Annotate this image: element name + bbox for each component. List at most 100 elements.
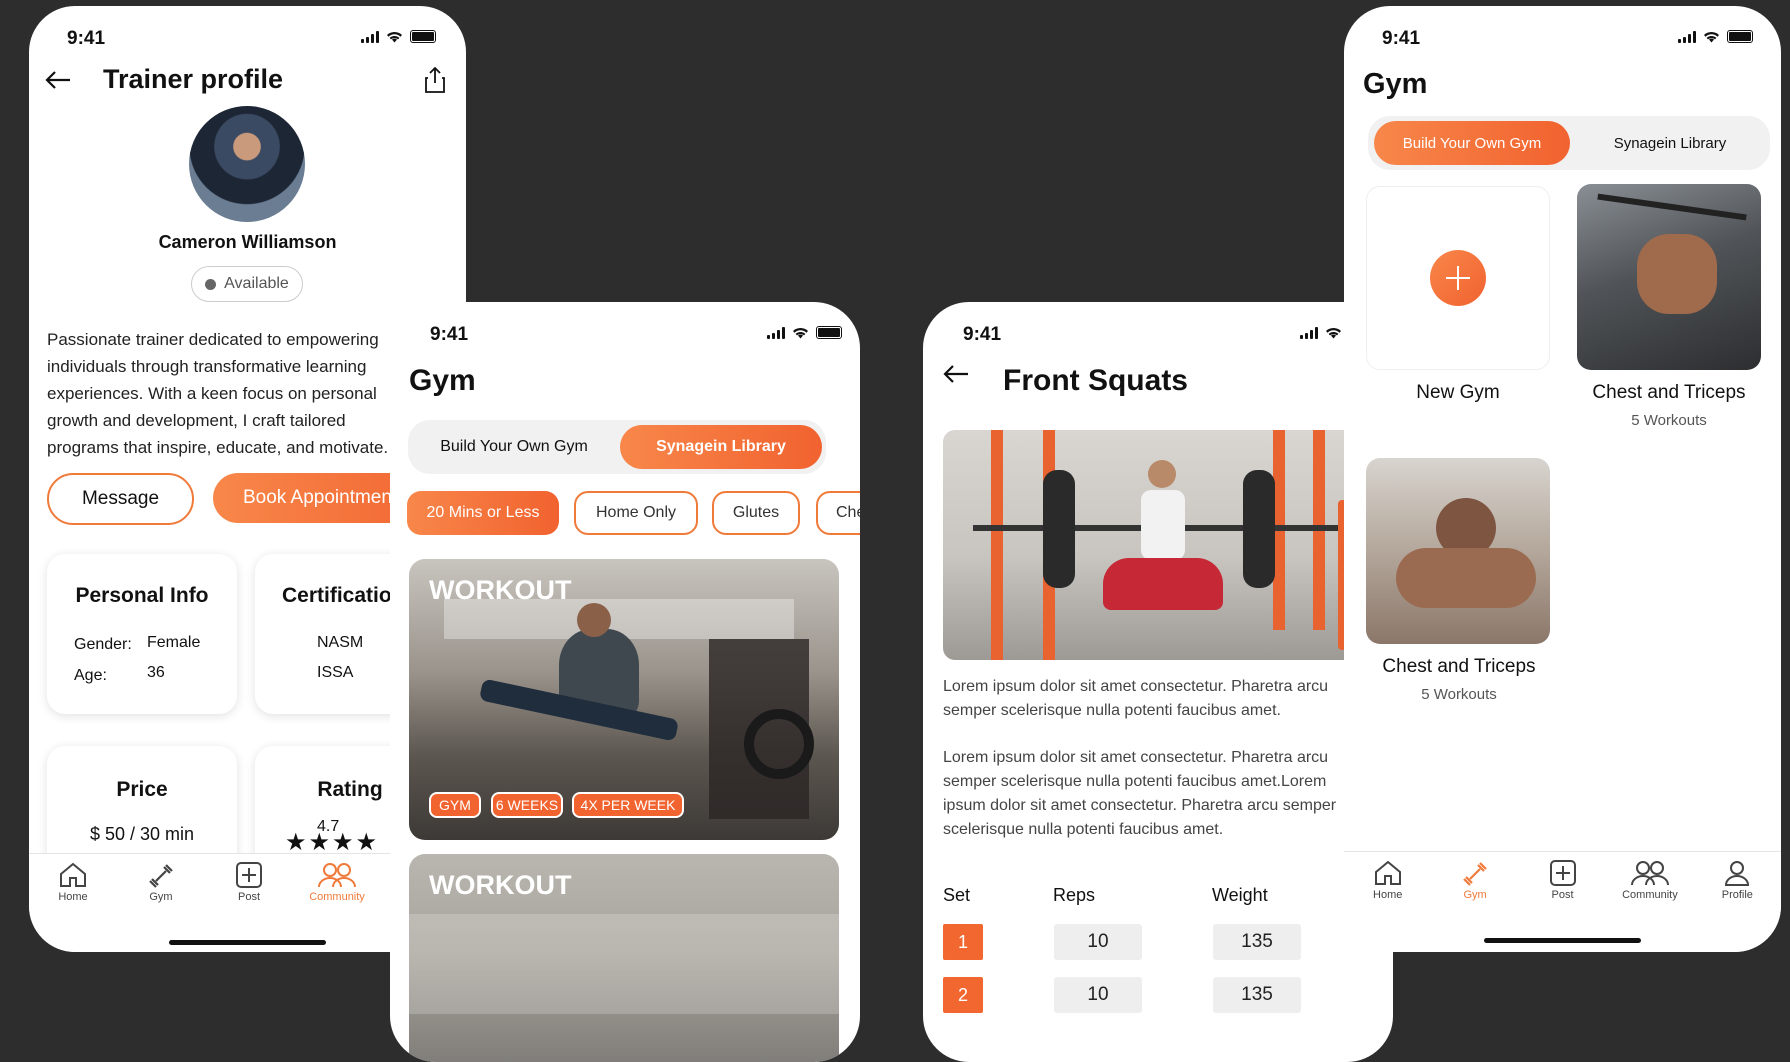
home-icon bbox=[1374, 860, 1401, 885]
wifi-icon bbox=[793, 327, 808, 338]
tab-profile[interactable]: Profile bbox=[1694, 852, 1781, 952]
signal-icon bbox=[1300, 326, 1318, 339]
set-column-header: Set bbox=[943, 885, 971, 905]
status-icons bbox=[361, 30, 436, 43]
share-icon[interactable] bbox=[425, 67, 445, 93]
status-time: 9:41 bbox=[1382, 28, 1421, 49]
wifi-icon bbox=[387, 31, 402, 42]
home-icon bbox=[60, 862, 86, 887]
workout-tag: 4X PER WEEK bbox=[572, 792, 684, 818]
wifi-icon bbox=[1326, 327, 1341, 338]
trainer-name: Cameron Williamson bbox=[158, 232, 337, 252]
build-gym-screen: 9:41 Gym Build Your Own Gym Synagein Lib… bbox=[1344, 6, 1781, 952]
personal-info-heading: Personal Info bbox=[75, 584, 209, 607]
tab-post[interactable]: Post bbox=[1519, 852, 1606, 952]
plus-square-icon bbox=[236, 862, 262, 888]
filter-chip[interactable]: Chest bbox=[816, 491, 860, 535]
workout-card[interactable]: WORKOUT bbox=[409, 854, 839, 1062]
star-icon: ★ bbox=[285, 829, 309, 856]
reps-column-header: Reps bbox=[1053, 885, 1096, 905]
battery-icon bbox=[410, 30, 436, 43]
status-time: 9:41 bbox=[430, 324, 469, 345]
workout-card[interactable]: WORKOUT GYM 6 WEEKS 4X PER WEEK bbox=[409, 559, 839, 840]
synagein-library-tab[interactable]: Synagein Library bbox=[1574, 121, 1766, 165]
build-your-own-gym-tab[interactable]: Build Your Own Gym bbox=[414, 425, 614, 469]
weight-input[interactable]: 135 bbox=[1213, 977, 1301, 1013]
new-gym-card[interactable] bbox=[1366, 186, 1550, 370]
status-icons bbox=[767, 326, 842, 339]
status-icons bbox=[1678, 30, 1753, 43]
certification-item: NASM bbox=[317, 634, 364, 651]
page-title: Front Squats bbox=[1003, 364, 1188, 397]
workout-tag: 6 WEEKS bbox=[491, 792, 563, 818]
page-title: Gym bbox=[1363, 68, 1428, 100]
personal-info-card: Personal Info Gender: Female Age: 36 bbox=[47, 554, 237, 714]
wifi-icon bbox=[1704, 31, 1719, 42]
tab-label: Post bbox=[237, 891, 260, 903]
status-bar: 9:41 bbox=[29, 6, 466, 66]
status-dot-icon bbox=[205, 278, 217, 290]
price-currency: $ bbox=[89, 824, 100, 844]
gender-value: Female bbox=[147, 634, 201, 651]
status-time: 9:41 bbox=[67, 28, 106, 49]
status-bar: 9:41 bbox=[1344, 6, 1781, 66]
battery-icon bbox=[1727, 30, 1753, 43]
plus-square-icon bbox=[1549, 860, 1576, 886]
battery-icon bbox=[816, 326, 842, 339]
tab-label: Community bbox=[1622, 889, 1678, 901]
filter-chip[interactable]: Home Only bbox=[574, 491, 698, 535]
dumbbell-icon bbox=[1463, 862, 1487, 886]
tab-community[interactable]: Community bbox=[1606, 852, 1693, 952]
weight-input[interactable]: 135 bbox=[1213, 924, 1301, 960]
signal-icon bbox=[767, 326, 785, 339]
trainer-bio: Passionate trainer dedicated to empoweri… bbox=[47, 330, 389, 457]
tab-home[interactable]: Home bbox=[1344, 852, 1431, 952]
trainer-avatar bbox=[189, 106, 305, 222]
filter-chip[interactable]: 20 Mins or Less bbox=[407, 491, 559, 535]
certification-item: ISSA bbox=[317, 664, 354, 681]
tab-community[interactable]: Community bbox=[293, 854, 381, 952]
tab-gym[interactable]: Gym bbox=[1431, 852, 1518, 952]
add-icon bbox=[1430, 250, 1486, 306]
gym-library-screen: 9:41 Gym Build Your Own Gym Synagein Lib… bbox=[390, 302, 860, 1062]
tab-label: Profile bbox=[1721, 889, 1753, 901]
tab-post[interactable]: Post bbox=[205, 854, 293, 952]
gym-card-image[interactable] bbox=[1577, 184, 1761, 370]
star-icon: ★ bbox=[355, 829, 380, 856]
tab-label: Home bbox=[1373, 889, 1403, 901]
tab-label: Gym bbox=[149, 891, 173, 903]
filter-chip[interactable]: Glutes bbox=[712, 491, 800, 535]
status-bar: 9:41 bbox=[390, 302, 860, 362]
gym-card-count: 5 Workouts bbox=[1631, 412, 1707, 429]
back-arrow-icon[interactable] bbox=[45, 70, 71, 90]
new-gym-label: New Gym bbox=[1416, 382, 1500, 403]
tab-label: Gym bbox=[1463, 889, 1487, 901]
exercise-description-1: Lorem ipsum dolor sit amet consectetur. … bbox=[943, 678, 1329, 719]
tab-gym[interactable]: Gym bbox=[117, 854, 205, 952]
build-your-own-gym-tab[interactable]: Build Your Own Gym bbox=[1374, 121, 1570, 165]
gender-label: Gender: bbox=[74, 636, 132, 653]
gym-card-image[interactable] bbox=[1366, 458, 1550, 644]
synagein-library-tab[interactable]: Synagein Library bbox=[620, 425, 822, 469]
dumbbell-icon bbox=[149, 864, 173, 888]
reps-input[interactable]: 10 bbox=[1054, 977, 1142, 1013]
community-icon bbox=[318, 863, 356, 888]
gym-card-count: 5 Workouts bbox=[1421, 686, 1497, 703]
availability-badge: Available bbox=[191, 266, 303, 302]
workout-image bbox=[409, 914, 839, 1014]
signal-icon bbox=[1678, 30, 1696, 43]
community-icon bbox=[1630, 861, 1669, 886]
message-button[interactable]: Message bbox=[47, 473, 194, 525]
tab-home[interactable]: Home bbox=[29, 854, 117, 952]
home-indicator bbox=[1484, 938, 1641, 943]
home-indicator bbox=[169, 940, 326, 945]
back-arrow-icon[interactable] bbox=[943, 364, 969, 384]
star-icon: ★ bbox=[332, 829, 356, 856]
status-time: 9:41 bbox=[963, 324, 1002, 345]
bottom-tab-bar: Home Gym Post Community Profile bbox=[1344, 851, 1781, 952]
exercise-image bbox=[943, 430, 1373, 660]
signal-icon bbox=[361, 30, 379, 43]
workout-tag: GYM bbox=[429, 792, 481, 818]
reps-input[interactable]: 10 bbox=[1054, 924, 1142, 960]
status-bar: 9:41 bbox=[923, 302, 1393, 362]
